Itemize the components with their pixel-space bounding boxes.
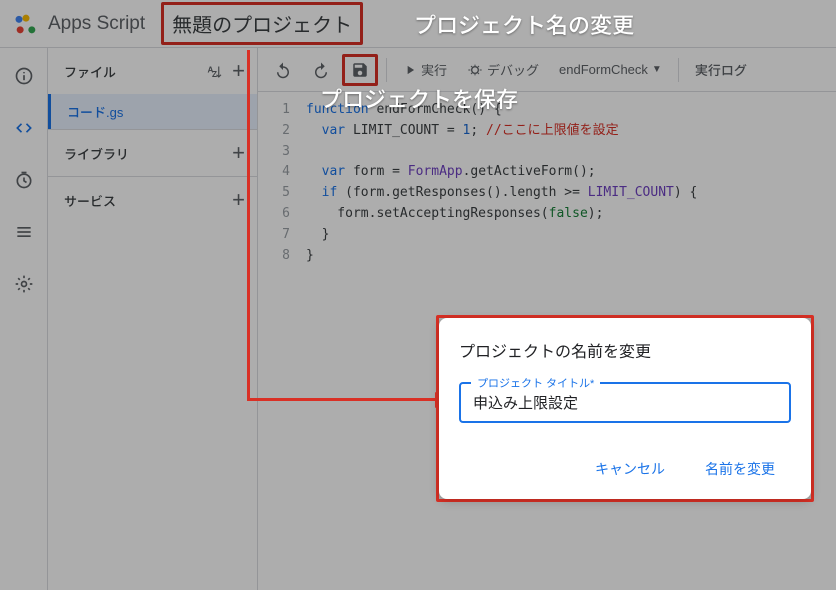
- svg-text:Z: Z: [212, 70, 217, 79]
- add-library-icon[interactable]: +: [228, 140, 249, 166]
- annotation-save: プロジェクトを保存: [320, 82, 518, 114]
- function-selector[interactable]: endFormCheck▼: [551, 56, 670, 83]
- line-gutter: 12345678: [258, 92, 298, 266]
- file-code-gs[interactable]: コード.gs: [48, 94, 257, 129]
- toolbar-divider: [386, 58, 387, 82]
- apps-script-logo-icon: [12, 10, 40, 38]
- code-editor[interactable]: 12345678 function endFormCheck() { var L…: [258, 92, 836, 266]
- left-rail: [0, 48, 48, 590]
- services-section: サービス +: [48, 176, 257, 223]
- toolbar-divider-2: [678, 58, 679, 82]
- add-file-icon[interactable]: +: [228, 58, 249, 84]
- add-service-icon[interactable]: +: [228, 187, 249, 213]
- rename-dialog-highlight: プロジェクトの名前を変更 プロジェクト タイトル* キャンセル 名前を変更: [436, 315, 814, 502]
- settings-icon[interactable]: [8, 268, 40, 300]
- annotation-rename: プロジェクト名の変更: [414, 8, 634, 40]
- rename-button[interactable]: 名前を変更: [689, 451, 791, 487]
- app-title: Apps Script: [48, 13, 145, 35]
- exec-log-button[interactable]: 実行ログ: [687, 54, 755, 85]
- editor-icon[interactable]: [8, 112, 40, 144]
- info-icon[interactable]: [8, 60, 40, 92]
- triggers-icon[interactable]: [8, 164, 40, 196]
- code-body[interactable]: function endFormCheck() { var LIMIT_COUN…: [298, 92, 836, 266]
- arrow-vline: [247, 50, 250, 400]
- project-name-input[interactable]: 無題のプロジェクト: [161, 2, 363, 45]
- undo-icon[interactable]: [266, 55, 300, 85]
- save-button[interactable]: [342, 54, 378, 86]
- rename-dialog: プロジェクトの名前を変更 プロジェクト タイトル* キャンセル 名前を変更: [439, 318, 811, 499]
- services-label: サービス: [64, 191, 116, 210]
- dialog-actions: キャンセル 名前を変更: [459, 451, 791, 487]
- chevron-down-icon: ▼: [652, 64, 662, 75]
- project-title-field[interactable]: プロジェクト タイトル*: [459, 382, 791, 423]
- run-button[interactable]: 実行: [395, 54, 455, 85]
- field-label: プロジェクト タイトル*: [471, 375, 600, 391]
- debug-button[interactable]: デバッグ: [459, 54, 547, 85]
- project-title-input[interactable]: [473, 394, 777, 411]
- files-header: ファイル AZ +: [48, 48, 257, 94]
- executions-icon[interactable]: [8, 216, 40, 248]
- sort-icon[interactable]: AZ: [206, 62, 224, 80]
- files-sidebar: ファイル AZ + コード.gs ライブラリ + サービス +: [48, 48, 258, 590]
- arrow-hline: [247, 398, 437, 401]
- cancel-button[interactable]: キャンセル: [579, 451, 681, 487]
- libraries-label: ライブラリ: [64, 144, 129, 163]
- redo-icon[interactable]: [304, 55, 338, 85]
- dialog-title: プロジェクトの名前を変更: [459, 338, 791, 362]
- files-label: ファイル: [64, 62, 116, 81]
- libraries-section: ライブラリ +: [48, 129, 257, 176]
